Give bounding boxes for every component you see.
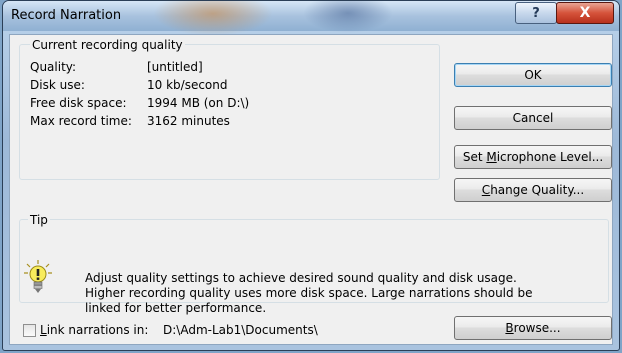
link-narrations-label[interactable]: Link narrations in: (40, 323, 148, 337)
set-microphone-level-button[interactable]: Set Microphone Level... (454, 145, 612, 169)
quality-groupbox (19, 44, 440, 180)
mic-button-accelerator: M (486, 150, 497, 164)
max-record-time-value: 3162 minutes (147, 114, 230, 128)
link-narrations-label-rest: ink narrations in: (46, 323, 149, 337)
title-bar-decoration (303, 1, 393, 33)
max-record-time-label: Max record time: (30, 114, 132, 128)
ok-button[interactable]: OK (454, 63, 612, 87)
lightbulb-icon (24, 260, 52, 293)
title-bar[interactable]: Record Narration ? X (3, 1, 619, 36)
mic-button-label-rest: icrophone Level... (496, 150, 604, 164)
change-quality-label-rest: hange Quality... (490, 183, 585, 197)
close-button[interactable]: X (556, 2, 614, 24)
free-disk-space-value: 1994 MB (on D:\) (147, 96, 250, 110)
dialog-body: Current recording quality Quality: [unti… (9, 34, 613, 345)
mic-button-label-prefix: Set (462, 150, 487, 164)
link-narrations-accelerator: L (40, 323, 47, 337)
cancel-button[interactable]: Cancel (454, 106, 612, 130)
close-icon: X (579, 5, 591, 21)
browse-label-rest: rowse... (513, 321, 561, 335)
free-disk-space-label: Free disk space: (30, 96, 127, 110)
window-title: Record Narration (11, 8, 122, 23)
link-narrations-checkbox[interactable] (23, 324, 36, 337)
browse-accelerator: B (505, 321, 514, 335)
browse-button[interactable]: Browse... (454, 316, 612, 340)
link-narrations-path: D:\Adm-Lab1\Documents\ (163, 323, 318, 337)
change-quality-accelerator: C (481, 183, 491, 197)
tip-group-title: Tip (28, 213, 50, 227)
quality-label: Quality: (30, 60, 77, 74)
disk-use-label: Disk use: (30, 78, 85, 92)
title-bar-decoration (153, 1, 273, 36)
change-quality-button[interactable]: Change Quality... (454, 178, 612, 202)
record-narration-dialog: Record Narration ? X Current recording q… (2, 0, 620, 351)
quality-value: [untitled] (147, 60, 203, 74)
help-button[interactable]: ? (515, 2, 557, 24)
quality-group-title: Current recording quality (30, 38, 185, 52)
tip-text: Adjust quality settings to achieve desir… (85, 271, 533, 315)
disk-use-value: 10 kb/second (147, 78, 228, 92)
